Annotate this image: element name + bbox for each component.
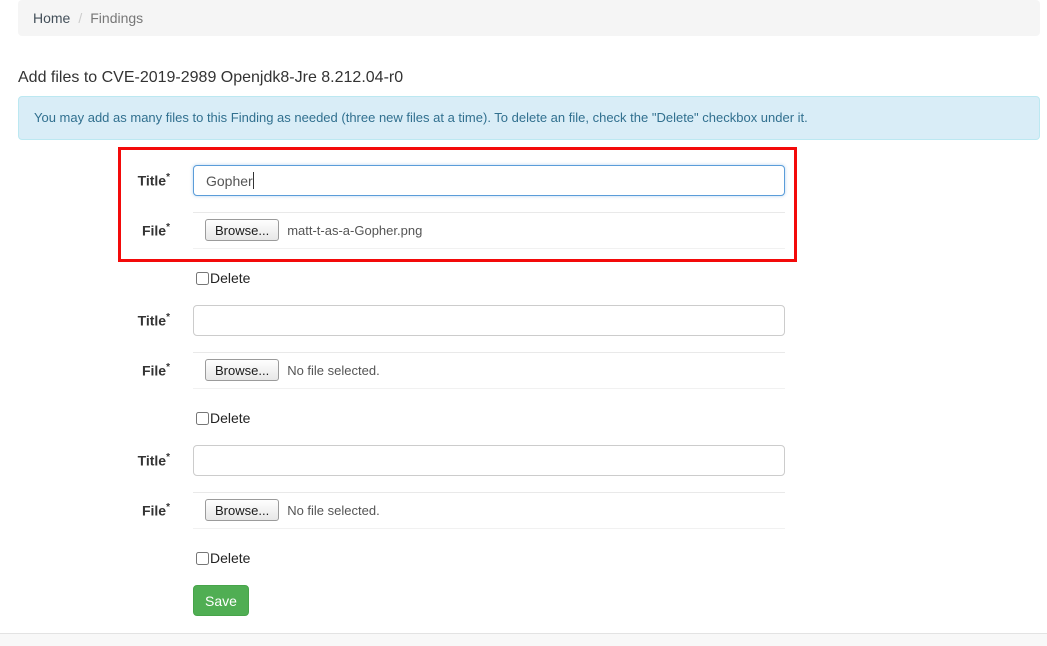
file-field-row: File* Browse... matt-t-as-a-Gopher.png [0, 212, 800, 249]
delete-row: Delete [0, 270, 800, 286]
delete-label-text: Delete [210, 410, 250, 426]
delete-checkbox-label[interactable]: Delete [196, 410, 250, 426]
required-asterisk: * [166, 312, 170, 323]
delete-checkbox-label[interactable]: Delete [196, 550, 250, 566]
required-asterisk: * [166, 502, 170, 513]
file-input[interactable]: Browse... No file selected. [193, 352, 785, 389]
breadcrumb-home-link[interactable]: Home [33, 10, 70, 26]
file-label-text: File [142, 363, 166, 379]
title-field-row: Title* [0, 445, 800, 476]
file-input[interactable]: Browse... matt-t-as-a-Gopher.png [193, 212, 785, 249]
breadcrumb: Home/Findings [18, 0, 1040, 36]
file-field-row: File* Browse... No file selected. [0, 492, 800, 529]
delete-row: Delete [0, 550, 800, 566]
file-label: File* [0, 362, 170, 379]
file-label: File* [0, 502, 170, 519]
save-button[interactable]: Save [193, 585, 249, 616]
title-label: Title* [0, 452, 170, 469]
file-name-text: matt-t-as-a-Gopher.png [287, 223, 422, 238]
delete-row: Delete [0, 410, 800, 426]
file-label: File* [0, 222, 170, 239]
info-alert: You may add as many files to this Findin… [18, 96, 1040, 140]
file-label-text: File [142, 503, 166, 519]
title-label-text: Title [138, 453, 167, 469]
file-name-text: No file selected. [287, 363, 380, 378]
title-input-wrap [193, 445, 785, 476]
required-asterisk: * [166, 362, 170, 373]
title-field-row: Title* [0, 165, 800, 196]
browse-button[interactable]: Browse... [205, 359, 279, 381]
delete-label-text: Delete [210, 270, 250, 286]
delete-checkbox-label[interactable]: Delete [196, 270, 250, 286]
browse-button[interactable]: Browse... [205, 219, 279, 241]
breadcrumb-separator: / [70, 10, 90, 26]
page: Home/Findings Add files to CVE-2019-2989… [0, 0, 1047, 646]
title-input-wrap [193, 305, 785, 336]
delete-checkbox[interactable] [196, 412, 209, 425]
delete-label-text: Delete [210, 550, 250, 566]
file-input[interactable]: Browse... No file selected. [193, 492, 785, 529]
title-label-text: Title [138, 173, 167, 189]
file-label-text: File [142, 223, 166, 239]
file-field-row: File* Browse... No file selected. [0, 352, 800, 389]
required-asterisk: * [166, 222, 170, 233]
title-input[interactable] [193, 445, 785, 476]
title-input-wrap [193, 165, 785, 196]
title-label: Title* [0, 312, 170, 329]
delete-checkbox[interactable] [196, 272, 209, 285]
required-asterisk: * [166, 172, 170, 183]
required-asterisk: * [166, 452, 170, 463]
text-cursor [253, 172, 254, 189]
title-field-row: Title* [0, 305, 800, 336]
title-label-text: Title [138, 313, 167, 329]
browse-button[interactable]: Browse... [205, 499, 279, 521]
breadcrumb-current: Findings [90, 10, 143, 26]
file-name-text: No file selected. [287, 503, 380, 518]
title-label: Title* [0, 172, 170, 189]
footer-bar [0, 633, 1047, 646]
page-title: Add files to CVE-2019-2989 Openjdk8-Jre … [18, 69, 403, 87]
delete-checkbox[interactable] [196, 552, 209, 565]
title-input[interactable] [193, 305, 785, 336]
title-input[interactable] [193, 165, 785, 196]
